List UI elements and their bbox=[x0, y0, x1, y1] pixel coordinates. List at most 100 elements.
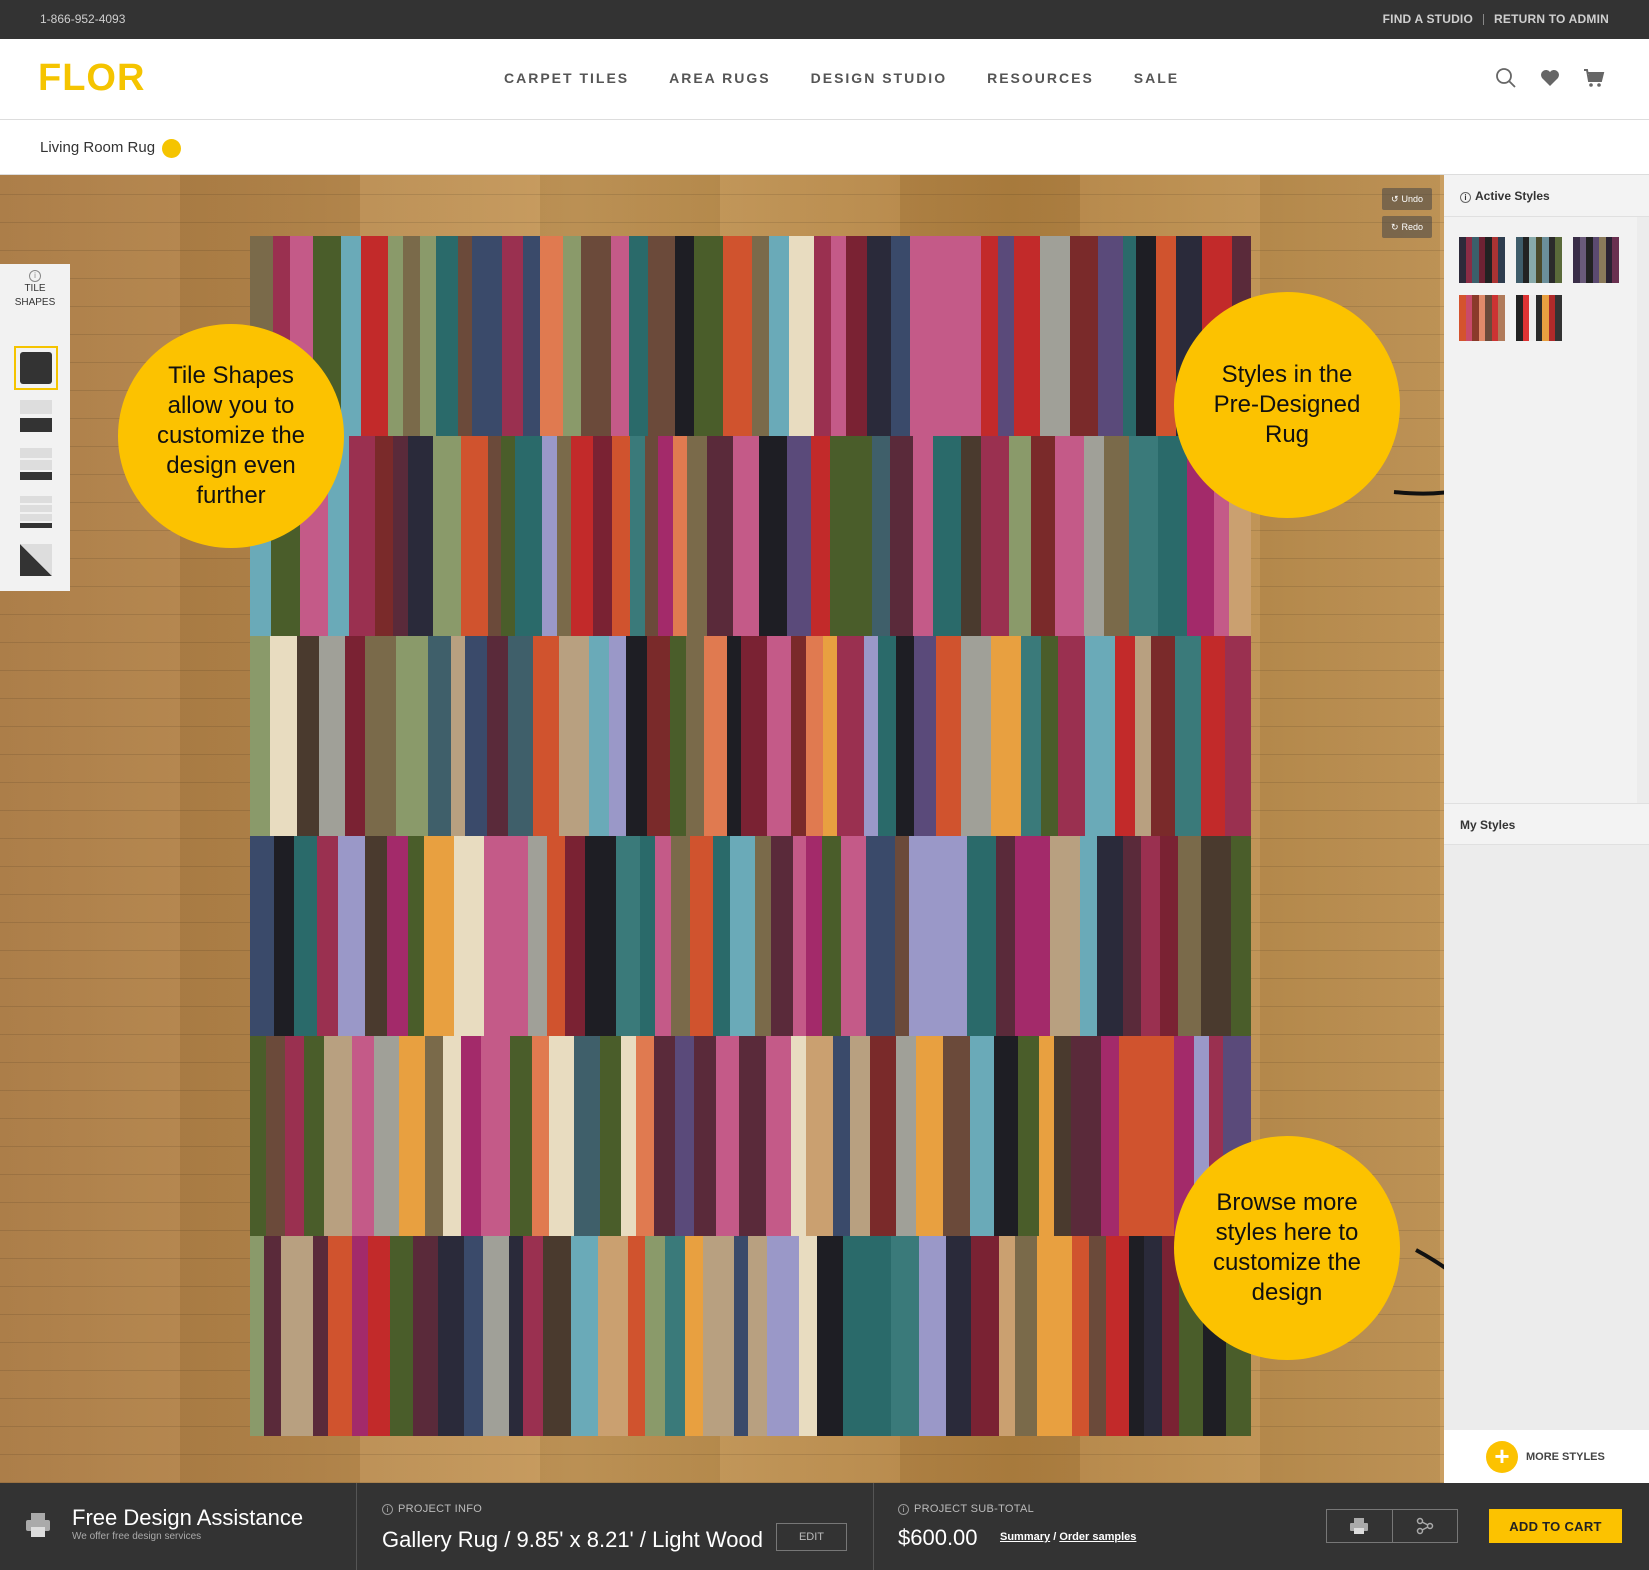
rug-stripe bbox=[284, 1036, 305, 1236]
rug-stripe bbox=[1136, 236, 1156, 436]
main-nav: CARPET TILES AREA RUGS DESIGN STUDIO RES… bbox=[504, 70, 1179, 86]
nav-area-rugs[interactable]: AREA RUGS bbox=[669, 70, 771, 86]
rug-tile-row[interactable] bbox=[250, 1036, 1251, 1236]
find-a-studio-link[interactable]: FIND A STUDIO bbox=[1383, 12, 1473, 26]
project-name[interactable]: Living Room Rug bbox=[40, 139, 155, 156]
rug-stripe bbox=[559, 636, 589, 836]
info-icon[interactable]: i bbox=[1460, 192, 1471, 203]
project-info-value: Gallery Rug / 9.85' x 8.21' / Light Wood bbox=[382, 1527, 763, 1552]
phone-number[interactable]: 1-866-952-4093 bbox=[40, 12, 125, 26]
my-styles-header: My Styles bbox=[1444, 803, 1649, 845]
heart-icon[interactable] bbox=[1539, 67, 1561, 89]
style-swatch-1[interactable] bbox=[1459, 237, 1506, 283]
rug-stripe bbox=[843, 1236, 872, 1436]
nav-sale[interactable]: SALE bbox=[1134, 70, 1179, 86]
rug-stripe bbox=[598, 1236, 629, 1436]
utility-links: FIND A STUDIO RETURN TO ADMIN bbox=[1383, 12, 1609, 26]
rug-stripe bbox=[539, 236, 563, 436]
rug-stripe bbox=[512, 836, 528, 1036]
free-design-assistance-title[interactable]: Free Design Assistance bbox=[72, 1505, 303, 1531]
tile-shape-half-plank[interactable] bbox=[17, 397, 55, 435]
rug-stripe bbox=[1129, 436, 1158, 636]
rug-stripe bbox=[481, 1036, 510, 1236]
flor-logo[interactable]: FLOR bbox=[38, 57, 145, 100]
share-button[interactable] bbox=[1393, 1510, 1458, 1542]
info-icon[interactable]: i bbox=[29, 270, 41, 282]
style-swatch-4[interactable] bbox=[1459, 295, 1506, 341]
rug-stripe bbox=[866, 236, 891, 436]
nav-design-studio[interactable]: DESIGN STUDIO bbox=[811, 70, 947, 86]
tile-shape-third-plank[interactable] bbox=[17, 445, 55, 483]
print-button[interactable] bbox=[1327, 1510, 1393, 1542]
rug-stripe bbox=[913, 636, 936, 836]
redo-button[interactable]: ↻ Redo bbox=[1382, 216, 1432, 238]
rug-stripe bbox=[270, 636, 298, 836]
rug-stripe bbox=[890, 236, 910, 436]
add-to-cart-button[interactable]: ADD TO CART bbox=[1489, 1509, 1622, 1543]
rug-stripe bbox=[646, 636, 670, 836]
rug-stripe bbox=[850, 1036, 871, 1236]
tile-shape-triangle[interactable] bbox=[17, 541, 55, 579]
rug-stripe bbox=[1053, 1036, 1072, 1236]
rug-stripe bbox=[629, 436, 645, 636]
order-samples-link[interactable]: Order samples bbox=[1059, 1531, 1136, 1543]
more-styles-button[interactable]: + MORE STYLES bbox=[1444, 1430, 1649, 1483]
rug-stripe bbox=[693, 1036, 716, 1236]
search-icon[interactable] bbox=[1495, 67, 1517, 89]
rug-stripe bbox=[799, 1236, 817, 1436]
nav-carpet-tiles[interactable]: CARPET TILES bbox=[504, 70, 629, 86]
rug-tile-row[interactable] bbox=[250, 236, 1251, 436]
rug-stripe bbox=[423, 836, 454, 1036]
rug-stripe bbox=[625, 636, 647, 836]
project-color-dot[interactable] bbox=[162, 139, 181, 158]
rug-stripe bbox=[1071, 1036, 1102, 1236]
rug-stripe bbox=[420, 236, 437, 436]
rug-stripe bbox=[1017, 1036, 1039, 1236]
rug-stripe bbox=[1231, 836, 1251, 1036]
rug-stripe bbox=[805, 1036, 833, 1236]
style-swatch-5[interactable] bbox=[1516, 295, 1563, 341]
rug-stripe bbox=[581, 236, 612, 436]
tile-shape-quarter-plank[interactable] bbox=[17, 493, 55, 531]
return-to-admin-link[interactable]: RETURN TO ADMIN bbox=[1494, 12, 1609, 26]
rug-tile-row[interactable] bbox=[250, 636, 1251, 836]
rug-stripe bbox=[811, 436, 831, 636]
style-swatch-3[interactable] bbox=[1573, 237, 1620, 283]
rug-stripe bbox=[1128, 1236, 1145, 1436]
style-swatch-2[interactable] bbox=[1516, 237, 1563, 283]
rug-preview[interactable] bbox=[250, 236, 1251, 1438]
rug-stripe bbox=[341, 236, 362, 436]
cart-icon[interactable] bbox=[1583, 67, 1605, 89]
summary-link[interactable]: Summary bbox=[1000, 1531, 1050, 1543]
rug-stripe bbox=[1013, 236, 1041, 436]
rug-stripe bbox=[1155, 236, 1176, 436]
rug-stripe bbox=[980, 236, 998, 436]
rug-stripe bbox=[425, 1036, 443, 1236]
rug-stripe bbox=[658, 436, 673, 636]
rug-stripe bbox=[877, 636, 897, 836]
rug-stripe bbox=[364, 836, 388, 1036]
rug-stripe bbox=[274, 836, 294, 1036]
rug-tile-row[interactable] bbox=[250, 436, 1251, 636]
info-icon[interactable]: i bbox=[382, 1504, 393, 1515]
undo-button[interactable]: ↺ Undo bbox=[1382, 188, 1432, 210]
rug-stripe bbox=[541, 436, 558, 636]
rug-tile-row[interactable] bbox=[250, 1236, 1251, 1436]
rug-stripe bbox=[823, 636, 838, 836]
rug-stripe bbox=[450, 636, 465, 836]
project-info-label-text: PROJECT INFO bbox=[398, 1503, 483, 1515]
info-icon[interactable]: i bbox=[898, 1504, 909, 1515]
undo-icon: ↺ bbox=[1390, 193, 1399, 204]
rug-stripe bbox=[670, 636, 687, 836]
rug-stripe bbox=[250, 636, 271, 836]
callout-styles: Styles in the Pre-Designed Rug bbox=[1174, 292, 1400, 518]
rug-stripe bbox=[1150, 636, 1176, 836]
undo-label: Undo bbox=[1401, 194, 1424, 204]
rug-tile-row[interactable] bbox=[250, 836, 1251, 1036]
rug-stripe bbox=[375, 436, 393, 636]
nav-resources[interactable]: RESOURCES bbox=[987, 70, 1094, 86]
edit-button[interactable]: EDIT bbox=[776, 1523, 847, 1551]
link-separator: / bbox=[1053, 1531, 1057, 1543]
tile-shape-square[interactable] bbox=[14, 346, 58, 390]
rug-stripe bbox=[789, 236, 815, 436]
